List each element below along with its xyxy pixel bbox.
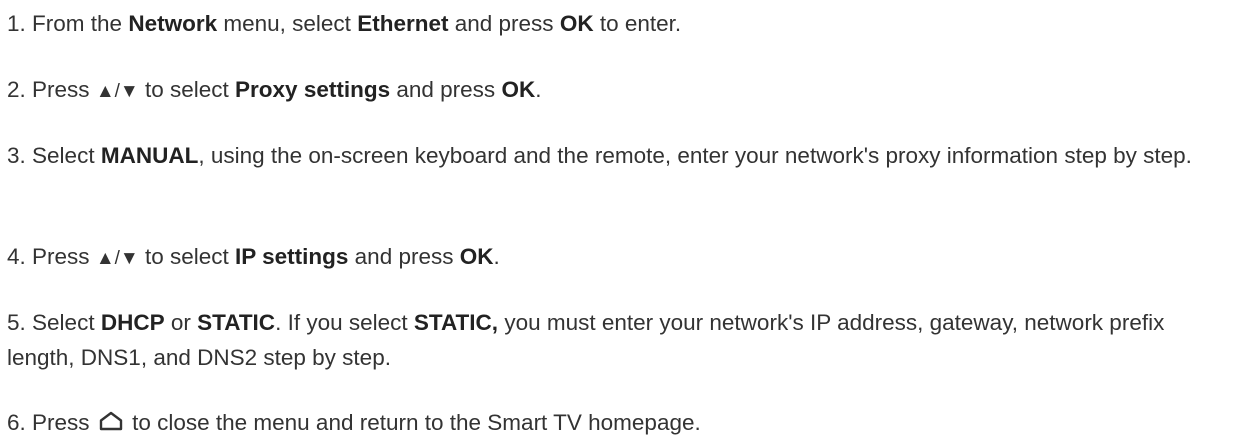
step-text: Press xyxy=(32,77,90,102)
step-text: . If you select xyxy=(275,310,408,335)
step-number: 1. xyxy=(7,11,26,36)
step-text: to select xyxy=(144,244,229,269)
step-text: From the xyxy=(32,11,123,36)
step-number: 3. xyxy=(7,143,26,168)
step-text: and press xyxy=(354,244,454,269)
step-text: , using the on-screen keyboard and the r… xyxy=(198,143,1192,168)
button-name: OK xyxy=(559,11,594,36)
step-text: Press xyxy=(32,244,90,269)
step-text: Press xyxy=(32,410,90,435)
home-icon xyxy=(98,410,124,432)
menu-option: IP settings xyxy=(235,244,349,269)
menu-option: MANUAL xyxy=(100,143,199,168)
step-text: and press xyxy=(454,11,554,36)
menu-name: Network xyxy=(128,11,218,36)
menu-option: Proxy settings xyxy=(235,77,391,102)
step-text: Select xyxy=(32,310,95,335)
button-name: OK xyxy=(459,244,494,269)
step-text: . xyxy=(535,77,542,102)
step-text: or xyxy=(170,310,191,335)
step-text: . xyxy=(493,244,500,269)
step-number: 2. xyxy=(7,77,26,102)
step-4: 4. Press ▲/▼ to select IP settings and p… xyxy=(7,239,500,276)
step-3: 3. Select MANUAL, using the on-screen ke… xyxy=(7,138,1229,173)
menu-option: STATIC, xyxy=(413,310,499,335)
step-text: to enter. xyxy=(599,11,682,36)
step-text: to select xyxy=(144,77,229,102)
step-text: and press xyxy=(396,77,496,102)
step-2: 2. Press ▲/▼ to select Proxy settings an… xyxy=(7,72,541,109)
up-down-arrow-icon: ▲/▼ xyxy=(95,248,139,269)
step-number: 5. xyxy=(7,310,26,335)
step-number: 6. xyxy=(7,410,26,435)
up-down-arrow-icon: ▲/▼ xyxy=(95,81,139,102)
menu-option: DHCP xyxy=(100,310,165,335)
instructions-list: 1. From the Network menu, select Etherne… xyxy=(0,0,1235,446)
step-5: 5. Select DHCP or STATIC. If you select … xyxy=(7,305,1229,375)
menu-option: STATIC xyxy=(197,310,276,335)
step-1: 1. From the Network menu, select Etherne… xyxy=(7,6,681,41)
button-name: OK xyxy=(501,77,536,102)
step-text: Select xyxy=(32,143,95,168)
step-6: 6. Press to close the menu and return to… xyxy=(7,405,701,440)
step-number: 4. xyxy=(7,244,26,269)
menu-option: Ethernet xyxy=(357,11,449,36)
step-text: to close the menu and return to the Smar… xyxy=(132,410,701,435)
step-text: menu, select xyxy=(223,11,351,36)
